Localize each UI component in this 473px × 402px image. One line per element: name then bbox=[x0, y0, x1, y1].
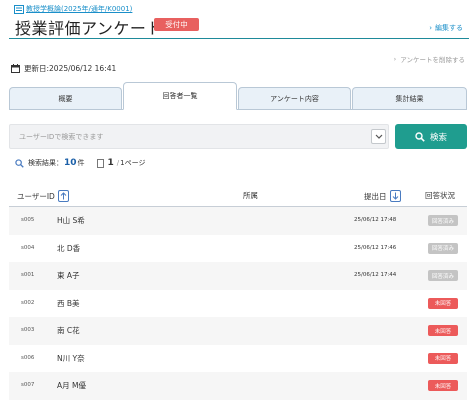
search-input[interactable]: ユーザーIDで検索できます bbox=[9, 124, 389, 149]
row-user-id: s007 bbox=[21, 382, 35, 388]
row-user-id: s001 bbox=[21, 272, 35, 278]
header-divider bbox=[9, 38, 469, 39]
column-submitted: 提出日 bbox=[364, 190, 401, 202]
table-body: s005 H山 S希 25/06/12 17:48 回答済み s004 北 D香 25/06… bbox=[9, 207, 467, 400]
column-user-id-label: ユーザーID bbox=[17, 191, 55, 201]
header: 教授学概論(2025年/通年/K0001) 授業評価アンケート 受付中 › 編集… bbox=[0, 0, 473, 42]
tab-respondents[interactable]: 回答者一覧 bbox=[123, 82, 237, 110]
search-dropdown-toggle[interactable] bbox=[371, 129, 386, 144]
column-status: 回答状況 bbox=[425, 191, 455, 200]
row-user-id: s003 bbox=[21, 327, 35, 333]
table-row[interactable]: s004 北 D香 25/06/12 17:46 回答済み bbox=[9, 235, 467, 263]
table-row[interactable]: s001 東 A子 25/06/12 17:44 回答済み bbox=[9, 262, 467, 290]
tabs-divider bbox=[9, 109, 467, 110]
row-status-badge: 回答済み bbox=[428, 242, 458, 254]
sort-desc-icon[interactable] bbox=[389, 190, 401, 202]
result-count-unit: 件 bbox=[77, 159, 85, 167]
search-row: ユーザーIDで検索できます 検索 bbox=[9, 124, 467, 149]
row-user-name[interactable]: 西 B美 bbox=[57, 298, 80, 309]
row-submitted-date: 25/06/12 17:48 bbox=[354, 217, 397, 223]
row-status-badge: 未回答 bbox=[428, 352, 458, 364]
table-row[interactable]: s005 H山 S希 25/06/12 17:48 回答済み bbox=[9, 207, 467, 235]
chevron-right-icon: › bbox=[429, 24, 432, 32]
table-header: ユーザーID 所属 提出日 回答状況 bbox=[9, 183, 467, 207]
respondents-table: ユーザーID 所属 提出日 回答状況 s005 H山 S希 25/06/12 17:… bbox=[9, 183, 467, 400]
calendar-icon bbox=[11, 64, 20, 73]
row-user-name[interactable]: N川 Y奈 bbox=[57, 353, 85, 364]
row-submitted-date: 25/06/12 17:44 bbox=[354, 272, 397, 278]
chevron-down-icon bbox=[375, 134, 382, 139]
updated-date: 更新日:2025/06/12 16:41 bbox=[11, 63, 116, 74]
chevron-right-icon: › bbox=[393, 55, 397, 63]
row-user-id: s006 bbox=[21, 354, 35, 361]
row-status-badge: 回答済み bbox=[428, 215, 458, 226]
page-icon bbox=[96, 158, 104, 168]
row-status-badge: 回答済み bbox=[428, 270, 458, 281]
page-total: 1ページ bbox=[120, 159, 146, 167]
tab-aggregate-results[interactable]: 集計結果 bbox=[352, 87, 467, 109]
row-user-name[interactable]: H山 S希 bbox=[57, 215, 85, 226]
row-submitted-date: 25/06/12 17:46 bbox=[354, 244, 397, 251]
row-user-id: s005 bbox=[21, 217, 35, 223]
table-row[interactable]: s002 西 B美 未回答 bbox=[9, 290, 467, 318]
page-current: 1 bbox=[107, 158, 114, 168]
row-user-name[interactable]: 北 D香 bbox=[57, 243, 80, 254]
search-button[interactable]: 検索 bbox=[395, 124, 467, 149]
survey-list-icon bbox=[14, 4, 24, 14]
row-user-name[interactable]: 南 C花 bbox=[57, 325, 80, 336]
row-user-name[interactable]: 東 A子 bbox=[57, 270, 80, 281]
edit-link-label: 編集する bbox=[435, 24, 463, 32]
edit-link[interactable]: › 編集する bbox=[429, 23, 463, 33]
delete-survey-label: アンケートを削除する bbox=[400, 56, 465, 64]
row-status-badge: 未回答 bbox=[428, 297, 458, 309]
row-user-name[interactable]: A月 M優 bbox=[57, 380, 86, 391]
table-row[interactable]: s006 N川 Y奈 未回答 bbox=[9, 345, 467, 373]
tab-bar: 概要 回答者一覧 アンケート内容 集計結果 bbox=[9, 82, 467, 110]
updated-date-text: 更新日:2025/06/12 16:41 bbox=[24, 64, 117, 73]
row-status-badge: 未回答 bbox=[428, 325, 458, 336]
breadcrumb: 教授学概論(2025年/通年/K0001) bbox=[14, 4, 132, 14]
result-count: 10 bbox=[64, 158, 77, 168]
table-row[interactable]: s007 A月 M優 未回答 bbox=[9, 372, 467, 400]
search-icon bbox=[15, 158, 24, 168]
breadcrumb-course-link[interactable]: 教授学概論(2025年/通年/K0001) bbox=[26, 4, 132, 14]
sort-asc-icon[interactable] bbox=[57, 190, 69, 202]
row-status-badge: 未回答 bbox=[428, 380, 458, 391]
row-user-id: s002 bbox=[21, 299, 35, 306]
tab-survey-content[interactable]: アンケート内容 bbox=[238, 87, 351, 109]
result-summary: 検索結果： 10 件 1 / 1ページ bbox=[15, 158, 145, 168]
column-user-id: ユーザーID bbox=[17, 190, 69, 202]
row-user-id: s004 bbox=[21, 244, 35, 251]
page-separator: / bbox=[116, 159, 120, 167]
page-title: 授業評価アンケート bbox=[15, 19, 163, 38]
search-icon bbox=[415, 131, 425, 142]
delete-survey-link[interactable]: › アンケートを削除する bbox=[394, 54, 465, 64]
table-row[interactable]: s003 南 C花 未回答 bbox=[9, 317, 467, 345]
status-badge: 受付中 bbox=[154, 18, 199, 31]
result-label: 検索結果： bbox=[28, 159, 63, 167]
column-submitted-label: 提出日 bbox=[364, 191, 387, 201]
tab-overview[interactable]: 概要 bbox=[9, 87, 122, 109]
column-affiliation: 所属 bbox=[243, 191, 258, 200]
search-button-label: 検索 bbox=[429, 132, 447, 143]
